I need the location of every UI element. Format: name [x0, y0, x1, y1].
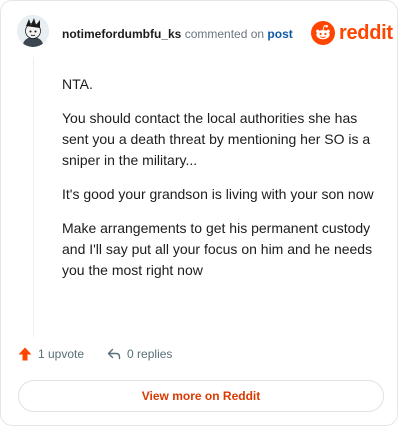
commented-on-text: commented on [184, 27, 265, 41]
reddit-snoo-icon [311, 21, 335, 45]
reply-count: 0 replies [127, 347, 173, 361]
comment-paragraph: Make arrangements to get his permanent c… [62, 220, 373, 278]
comment-paragraph: NTA. [62, 76, 93, 92]
upvote-arrow-icon [18, 347, 32, 361]
upvote-button[interactable]: 1 upvote [17, 346, 84, 362]
username-link[interactable]: notimefordumbfu_ks [62, 27, 181, 41]
comment-actions: 1 upvote 0 replies [17, 346, 172, 362]
comment-paragraph: It's good your grandson is living with y… [62, 186, 374, 202]
post-link[interactable]: post [267, 27, 292, 41]
avatar-icon [17, 15, 49, 47]
comment-body: NTA. You should contact the local author… [62, 74, 380, 294]
user-avatar[interactable] [17, 15, 49, 47]
reddit-wordmark: reddit [339, 22, 393, 44]
view-more-on-reddit-button[interactable]: View more on Reddit [18, 380, 384, 412]
reddit-brand-link[interactable]: reddit [311, 21, 393, 45]
comment-header: notimefordumbfu_ks commented on post [62, 27, 293, 41]
upvote-count: 1 upvote [38, 347, 85, 361]
comment-paragraph: You should contact the local authorities… [62, 110, 371, 168]
replies-button[interactable]: 0 replies [106, 346, 172, 362]
thread-line [33, 57, 34, 337]
embedded-comment-card: notimefordumbfu_ks commented on post red… [0, 0, 398, 426]
reply-arrow-icon [107, 348, 121, 360]
